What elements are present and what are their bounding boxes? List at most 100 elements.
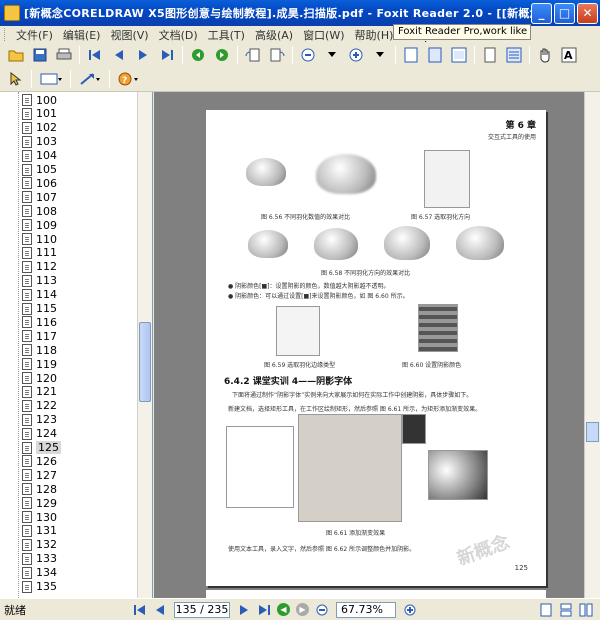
document-scroll-thumb[interactable] — [586, 422, 599, 442]
menu-help[interactable]: 帮助(H) — [350, 27, 399, 43]
bookmark-item[interactable]: 133 — [22, 552, 57, 566]
menu-edit[interactable]: 编辑(E) — [58, 27, 106, 43]
continuous-view-icon[interactable] — [558, 602, 574, 618]
bookmark-item[interactable]: 119 — [22, 357, 57, 371]
arrow-tool-icon[interactable] — [75, 68, 105, 90]
page-icon — [22, 149, 32, 162]
bookmark-item[interactable]: 105 — [22, 163, 57, 177]
previous-page-icon[interactable] — [108, 44, 130, 66]
bookmark-label: 118 — [36, 343, 57, 357]
bookmark-item[interactable]: 117 — [22, 329, 57, 343]
close-button[interactable]: ✕ — [577, 2, 598, 24]
rotate-left-icon[interactable] — [242, 44, 264, 66]
elephant-image-feathered — [316, 154, 376, 194]
bookmark-item[interactable]: 129 — [22, 496, 57, 510]
zoom-in-icon[interactable] — [402, 602, 418, 618]
single-page-icon[interactable] — [479, 44, 501, 66]
menu-advanced[interactable]: 高级(A) — [250, 27, 298, 43]
next-page-icon[interactable] — [236, 602, 252, 618]
figure-caption: 图 6.60 设置阴影颜色 — [402, 362, 462, 369]
bookmark-item[interactable]: 108 — [22, 204, 57, 218]
menu-window[interactable]: 窗口(W) — [298, 27, 349, 43]
bookmark-item[interactable]: 122 — [22, 399, 57, 413]
select-text-icon[interactable]: A — [558, 44, 580, 66]
bookmark-item[interactable]: 110 — [22, 232, 57, 246]
bookmark-item[interactable]: 104 — [22, 149, 57, 163]
bookmark-item[interactable]: 115 — [22, 302, 57, 316]
maximize-button[interactable]: □ — [554, 2, 575, 24]
actual-size-icon[interactable] — [400, 44, 422, 66]
rectangle-image — [226, 426, 294, 508]
toolbar-separator — [292, 45, 293, 64]
bookmark-item[interactable]: 125 — [22, 441, 61, 455]
textbox-tool-icon[interactable] — [36, 68, 66, 90]
last-page-icon[interactable] — [256, 602, 272, 618]
rotate-right-icon[interactable] — [266, 44, 288, 66]
previous-page-icon[interactable] — [152, 602, 168, 618]
next-page-icon[interactable] — [132, 44, 154, 66]
sidebar-scrollbar[interactable] — [137, 92, 152, 598]
bookmark-item[interactable]: 114 — [22, 288, 57, 302]
open-icon[interactable] — [5, 44, 27, 66]
bookmark-item[interactable]: 101 — [22, 107, 57, 121]
bookmark-item[interactable]: 127 — [22, 468, 57, 482]
save-icon[interactable] — [29, 44, 51, 66]
hand-tool-icon[interactable] — [534, 44, 556, 66]
first-page-icon[interactable] — [132, 602, 148, 618]
menu-file[interactable]: 文件(F) — [11, 27, 58, 43]
back-icon[interactable] — [187, 44, 209, 66]
bookmark-item[interactable]: 123 — [22, 413, 57, 427]
fit-width-icon[interactable] — [448, 44, 470, 66]
bookmark-item[interactable]: 106 — [22, 176, 57, 190]
bookmark-label: 126 — [36, 454, 57, 468]
bookmark-item[interactable]: 107 — [22, 190, 57, 204]
menu-tools[interactable]: 工具(T) — [203, 27, 250, 43]
bookmark-item[interactable]: 131 — [22, 524, 57, 538]
bookmark-item[interactable]: 126 — [22, 454, 57, 468]
bookmark-item[interactable]: 124 — [22, 427, 57, 441]
zoom-dropdown-icon[interactable] — [369, 44, 391, 66]
bookmark-item[interactable]: 100 — [22, 93, 57, 107]
document-scrollbar[interactable] — [584, 92, 600, 598]
page-number-input[interactable]: 135 / 235 — [174, 601, 230, 618]
forward-icon[interactable] — [211, 44, 233, 66]
print-icon[interactable] — [53, 44, 75, 66]
zoom-out-icon[interactable] — [297, 44, 319, 66]
zoom-level-field[interactable]: 67.73% — [336, 601, 396, 618]
fit-page-icon[interactable] — [424, 44, 446, 66]
bookmark-item[interactable]: 109 — [22, 218, 57, 232]
zoom-dropdown-icon[interactable] — [321, 44, 343, 66]
bookmark-item[interactable]: 103 — [22, 135, 57, 149]
bookmark-item[interactable]: 120 — [22, 371, 57, 385]
bookmark-item[interactable]: 118 — [22, 343, 57, 357]
bookmark-item[interactable]: 134 — [22, 566, 57, 580]
bookmark-item[interactable]: 102 — [22, 121, 57, 135]
continuous-page-icon[interactable] — [503, 44, 525, 66]
zoom-out-icon[interactable] — [314, 602, 330, 618]
document-viewport[interactable]: 第 6 章 交互式工具的使用 图 6.56 不同羽化数值的效果对比 图 6.57… — [154, 92, 600, 598]
bookmark-item[interactable]: 132 — [22, 538, 57, 552]
first-page-icon[interactable] — [84, 44, 106, 66]
bookmark-item[interactable]: 112 — [22, 260, 57, 274]
promo-banner[interactable]: Foxit Reader Pro,work like a pro! — [393, 24, 531, 51]
back-icon[interactable]: ◀ — [277, 603, 290, 616]
bookmark-item[interactable]: 113 — [22, 274, 57, 288]
page-icon — [22, 427, 32, 440]
forward-icon[interactable]: ▶ — [296, 603, 309, 616]
single-page-view-icon[interactable] — [538, 602, 554, 618]
bookmark-item[interactable]: 130 — [22, 510, 57, 524]
minimize-button[interactable]: _ — [531, 2, 552, 24]
bookmark-item[interactable]: 135 — [22, 580, 57, 594]
bookmark-item[interactable]: 116 — [22, 315, 57, 329]
menu-view[interactable]: 视图(V) — [105, 27, 153, 43]
facing-view-icon[interactable] — [578, 602, 594, 618]
help-icon[interactable]: ? — [114, 68, 144, 90]
last-page-icon[interactable] — [156, 44, 178, 66]
menu-document[interactable]: 文档(D) — [154, 27, 203, 43]
bookmark-item[interactable]: 128 — [22, 482, 57, 496]
bookmark-item[interactable]: 121 — [22, 385, 57, 399]
zoom-in-icon[interactable] — [345, 44, 367, 66]
select-arrow-icon[interactable] — [5, 68, 27, 90]
bookmark-item[interactable]: 111 — [22, 246, 57, 260]
sidebar-scroll-thumb[interactable] — [139, 322, 151, 402]
